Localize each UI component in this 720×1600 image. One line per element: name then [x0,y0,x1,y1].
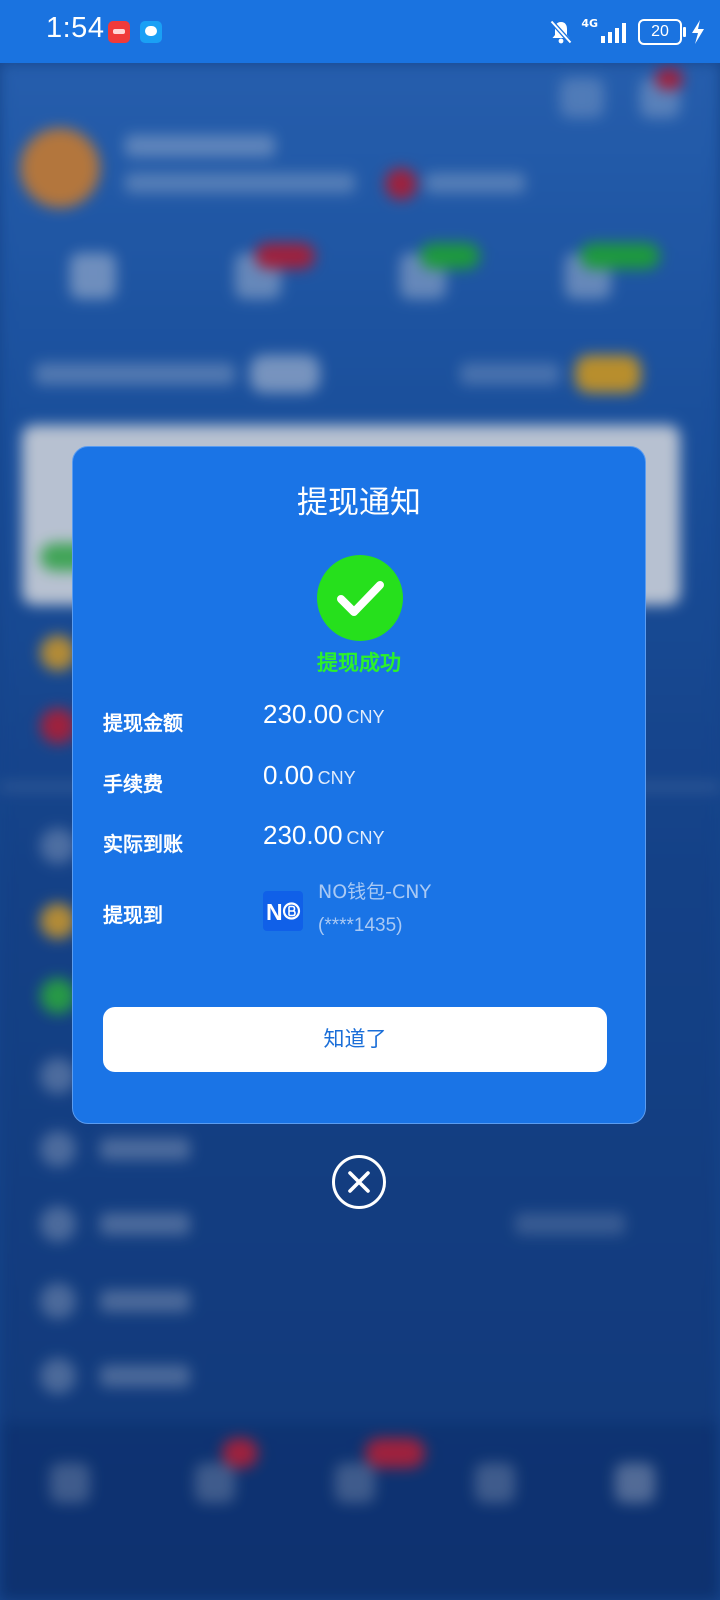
amount-value: 0.00 [263,760,314,790]
bell-muted-icon [550,19,573,45]
wallet-account: (****1435) [318,915,403,936]
close-circle-icon[interactable] [331,1154,387,1210]
got-it-button[interactable]: 知道了 [103,1007,607,1072]
row-label: 手续费 [103,772,163,796]
battery-indicator: 20 [638,19,686,45]
app-notification-icon [108,21,130,43]
wallet-name: NO钱包-CNY [318,881,432,903]
network-type: 4G [581,17,598,30]
charging-bolt-icon [692,20,704,44]
row-value: 230.00 CNY [263,699,385,730]
currency-unit: CNY [346,707,385,727]
wallet-logo-icon: N [263,891,303,931]
fee-row: 手续费 0.00 CNY [103,760,623,800]
status-time: 1:54 [46,12,105,44]
row-label: 提现金额 [103,711,183,735]
dialog-title: 提现通知 [297,485,421,521]
withdraw-amount-row: 提现金额 230.00 CNY [103,699,623,739]
signal-icon [601,23,626,43]
status-text: 提现成功 [317,651,401,675]
row-value: 0.00 CNY [263,760,356,791]
amount-value: 230.00 [263,820,343,850]
currency-unit: CNY [346,828,385,848]
destination-row: 提现到 N NO钱包-CNY (****1435) [103,877,623,947]
row-value: 230.00 CNY [263,820,385,851]
status-indicators: 4G 20 [549,14,706,50]
amount-value: 230.00 [263,699,343,729]
status-bar: 1:54 4G 20 [0,0,720,63]
actual-amount-row: 实际到账 230.00 CNY [103,820,623,860]
row-label: 提现到 [103,903,163,927]
message-notification-icon [140,21,162,43]
withdrawal-dialog: 提现通知 提现成功 提现金额 230.00 CNY 手续费 0.00 CNY 实际到… [72,446,646,1124]
wallet-logo-text: N [266,899,283,925]
row-label: 实际到账 [103,832,183,856]
currency-unit: CNY [317,768,356,788]
check-circle-icon [317,555,403,641]
